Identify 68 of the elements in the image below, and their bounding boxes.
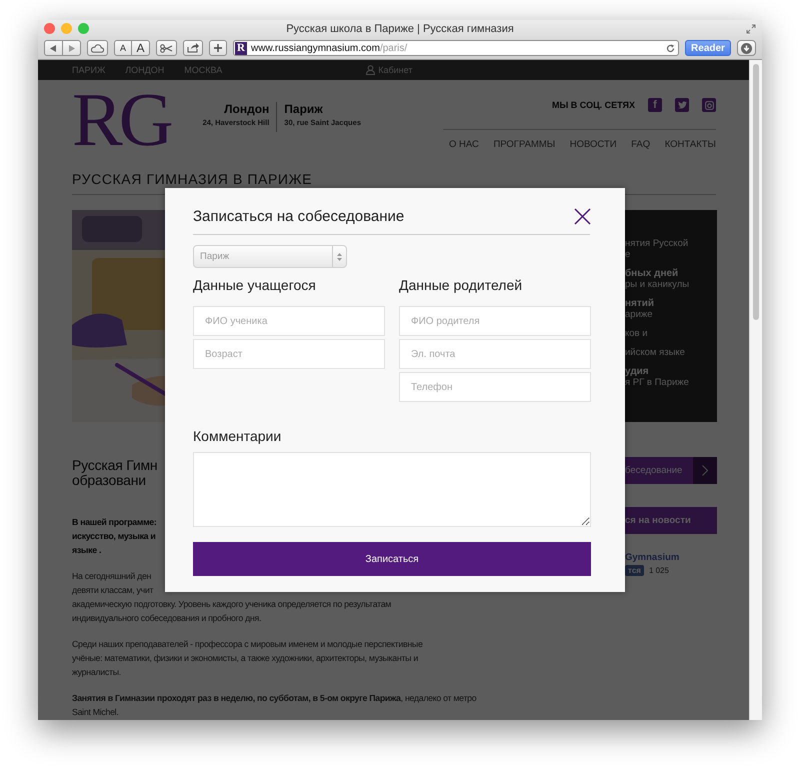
address-city: Париж — [284, 102, 324, 116]
window-title: Русская школа в Париже | Русская гимназия — [286, 23, 514, 35]
panel-text: нятия Русской е — [625, 238, 690, 260]
scissors-icon[interactable] — [160, 44, 173, 53]
panel-text: ков и — [625, 328, 649, 339]
panel-text: ариже — [625, 309, 654, 320]
facebook-icon[interactable]: f — [648, 98, 662, 112]
reader-button[interactable]: Reader — [685, 40, 731, 56]
form-section-heading: Данные родителей — [399, 277, 524, 293]
scrollbar-thumb[interactable] — [753, 64, 760, 320]
input-field[interactable]: ФИО родителя — [399, 306, 591, 336]
comment-field[interactable] — [193, 452, 591, 527]
panel-title[interactable]: удия — [625, 366, 717, 377]
reload-icon[interactable] — [666, 44, 675, 53]
section-heading: Русская Гимн образовани — [72, 458, 158, 488]
address-city: Лондон — [223, 102, 270, 116]
interview-button[interactable]: беседование — [625, 457, 717, 484]
like-count: 1 025 — [648, 566, 669, 575]
panel-text: ийском языке — [625, 347, 686, 358]
back-button[interactable] — [44, 40, 63, 56]
menu-item[interactable]: О НАС — [449, 139, 479, 150]
form-section-heading: Данные учащегося — [193, 277, 317, 293]
close-button[interactable] — [574, 208, 591, 225]
add-button[interactable] — [209, 40, 227, 56]
menu-item[interactable]: НОВОСТИ — [570, 139, 617, 150]
address-field[interactable]: R www.russiangymnasium.com/paris/ — [233, 40, 679, 56]
plus-icon[interactable] — [214, 44, 222, 52]
bigger-text-button[interactable]: A — [132, 40, 150, 56]
downloads-button[interactable] — [737, 40, 756, 56]
like-button[interactable]: тся — [625, 565, 644, 576]
smaller-text-button[interactable]: A — [114, 40, 132, 56]
fullscreen-icon[interactable] — [746, 24, 756, 34]
close-window-button[interactable] — [44, 23, 55, 34]
panel-title[interactable]: нятий — [625, 298, 717, 309]
logo[interactable]: RG — [72, 90, 178, 150]
social-label: МЫ В СОЦ. СЕТЯХ — [552, 100, 636, 110]
bird-icon[interactable] — [675, 98, 690, 112]
subscribe-button[interactable]: ся на новости — [625, 507, 717, 534]
cloud-icon[interactable] — [91, 44, 104, 53]
input-field[interactable]: ФИО ученика — [193, 306, 385, 336]
forward-button[interactable] — [63, 40, 81, 56]
body-paragraph: Занятия в Гимназии проходят раз в неделю, по субботам, в 5-ом округе Парижа, недалеко от метро Saint Michel. — [72, 692, 478, 719]
page-name-link[interactable]: Gymnasium — [625, 552, 717, 563]
forward-icon[interactable] — [68, 44, 75, 52]
back-icon[interactable] — [50, 44, 57, 52]
panel-text: я РГ в Париже — [625, 377, 690, 388]
cloud-button[interactable] — [87, 40, 108, 56]
city-select[interactable]: Париж — [193, 245, 347, 268]
share-icon[interactable] — [187, 43, 199, 54]
dialog-title: Записаться на собеседование — [193, 208, 404, 225]
body-paragraph: В нашей программе: искусство, музыка и языке . — [72, 516, 158, 557]
input-field[interactable]: Телефон — [399, 372, 591, 402]
scissors-button[interactable] — [156, 40, 177, 56]
input-field[interactable]: Эл. почта — [399, 339, 591, 369]
input-field[interactable]: Возраст — [193, 339, 385, 369]
menu-item[interactable]: FAQ — [631, 139, 650, 150]
share-button[interactable] — [183, 40, 203, 56]
site-icon: R — [235, 42, 247, 55]
up-down-icon[interactable] — [337, 252, 342, 260]
body-paragraph: Среди наших преподавателей - профессора с мировым именем и молодые перспективные учёные: математики, физики и экономисты, а также художники, архитекторы, музыканты и журналисты. — [72, 638, 424, 679]
menu-item[interactable]: КОНТАКТЫ — [664, 139, 716, 150]
menu-item[interactable]: ПРОГРАММЫ — [493, 139, 556, 150]
form-section-heading: Комментарии — [193, 428, 282, 444]
panel-text: ры и каникулы — [625, 279, 690, 290]
camera-icon[interactable] — [702, 98, 716, 112]
submit-button[interactable]: Записаться — [193, 542, 591, 576]
url-text: www.russiangymnasium.com/paris/ — [251, 42, 408, 54]
panel-title[interactable]: бных дней — [625, 268, 717, 279]
